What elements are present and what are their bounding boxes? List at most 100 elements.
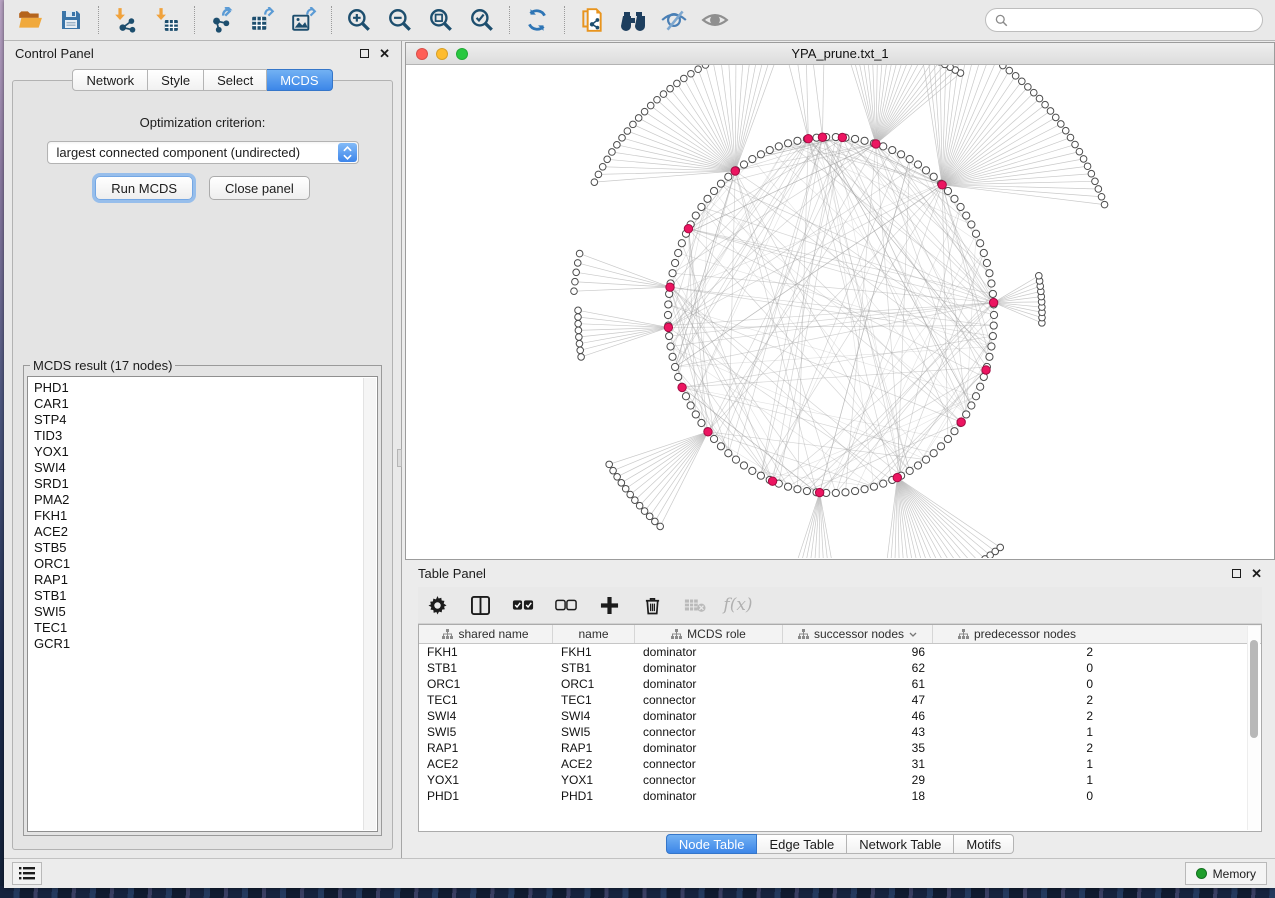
close-table-panel-icon[interactable]: ✕	[1251, 569, 1262, 578]
leaf-node[interactable]	[1058, 121, 1065, 128]
mcds-result-item[interactable]: FKH1	[34, 508, 377, 524]
leaf-node[interactable]	[674, 80, 681, 87]
table-row[interactable]: TEC1TEC1connector472	[419, 692, 1261, 708]
leaf-node[interactable]	[942, 65, 949, 68]
export-image-icon[interactable]	[290, 6, 318, 34]
leaf-node[interactable]	[1036, 95, 1043, 102]
leaf-node[interactable]	[641, 508, 648, 515]
close-panel-button[interactable]: Close panel	[209, 176, 310, 200]
zoom-out-icon[interactable]	[386, 6, 414, 34]
table-row[interactable]: FKH1FKH1dominator962	[419, 644, 1261, 660]
leaf-node[interactable]	[578, 354, 585, 361]
table-row[interactable]: ORC1ORC1dominator610	[419, 676, 1261, 692]
gear-icon[interactable]	[426, 594, 448, 616]
network-node[interactable]	[794, 137, 801, 144]
leaf-node[interactable]	[618, 480, 625, 487]
leaf-node[interactable]	[688, 70, 695, 77]
network-node[interactable]	[980, 249, 987, 256]
network-node[interactable]	[963, 411, 970, 418]
network-node[interactable]	[717, 180, 724, 187]
network-node[interactable]	[989, 332, 996, 339]
columns-icon[interactable]	[469, 594, 491, 616]
network-node[interactable]	[983, 259, 990, 266]
network-node[interactable]	[732, 456, 739, 463]
mcds-hub-node[interactable]	[678, 383, 686, 391]
network-node[interactable]	[784, 483, 791, 490]
leaf-node[interactable]	[571, 288, 578, 295]
mcds-hub-node[interactable]	[957, 418, 965, 426]
leaf-node[interactable]	[660, 91, 667, 98]
leaf-node[interactable]	[1101, 201, 1108, 208]
network-node[interactable]	[972, 230, 979, 237]
network-node[interactable]	[672, 363, 679, 370]
column-header-predecessor-nodes[interactable]: predecessor nodes	[933, 625, 1101, 643]
leaf-node[interactable]	[1095, 186, 1102, 193]
leaf-node[interactable]	[576, 250, 583, 257]
select-all-icon[interactable]	[512, 594, 534, 616]
leaf-node[interactable]	[646, 513, 653, 520]
network-node[interactable]	[664, 311, 671, 318]
mcds-result-item[interactable]: SRD1	[34, 476, 377, 492]
network-node[interactable]	[725, 450, 732, 457]
mcds-result-item[interactable]: YOX1	[34, 444, 377, 460]
network-node[interactable]	[704, 195, 711, 202]
leaf-node[interactable]	[576, 334, 583, 341]
leaf-node[interactable]	[591, 179, 598, 186]
network-node[interactable]	[968, 221, 975, 228]
leaf-node[interactable]	[695, 66, 702, 73]
network-node[interactable]	[870, 483, 877, 490]
mcds-hub-node[interactable]	[815, 488, 823, 496]
leaf-node[interactable]	[702, 65, 709, 68]
leaf-node[interactable]	[1080, 156, 1087, 163]
leaf-node[interactable]	[610, 467, 617, 474]
network-node[interactable]	[757, 151, 764, 158]
network-node[interactable]	[775, 143, 782, 150]
network-node[interactable]	[803, 487, 810, 494]
refresh-icon[interactable]	[523, 6, 551, 34]
network-node[interactable]	[832, 489, 839, 496]
mcds-result-item[interactable]: CAR1	[34, 396, 377, 412]
network-node[interactable]	[972, 393, 979, 400]
leaf-node[interactable]	[614, 142, 621, 149]
mcds-hub-node[interactable]	[704, 428, 712, 436]
binoculars-icon[interactable]	[619, 6, 647, 34]
leaf-node[interactable]	[1076, 148, 1083, 155]
leaf-node[interactable]	[609, 149, 616, 156]
mcds-hub-node[interactable]	[872, 140, 880, 148]
network-node[interactable]	[906, 156, 913, 163]
run-mcds-button[interactable]: Run MCDS	[95, 176, 193, 200]
search-input[interactable]	[1014, 13, 1253, 27]
leaf-node[interactable]	[1030, 89, 1037, 96]
leaf-node[interactable]	[1025, 84, 1032, 91]
column-header-MCDS-role[interactable]: MCDS role	[635, 625, 783, 643]
table-row[interactable]: SWI5SWI5connector431	[419, 724, 1261, 740]
leaf-node[interactable]	[627, 491, 634, 498]
leaf-node[interactable]	[1035, 272, 1042, 279]
leaf-node[interactable]	[572, 278, 579, 285]
network-node[interactable]	[675, 249, 682, 256]
tab-node-table[interactable]: Node Table	[666, 834, 758, 854]
tab-network-table[interactable]: Network Table	[847, 834, 954, 854]
network-window-titlebar[interactable]: YPA_prune.txt_1	[406, 43, 1274, 65]
network-node[interactable]	[710, 435, 717, 442]
network-node[interactable]	[944, 187, 951, 194]
mcds-hub-node[interactable]	[731, 167, 739, 175]
column-header-successor-nodes[interactable]: successor nodes	[783, 625, 933, 643]
network-node[interactable]	[914, 161, 921, 168]
mcds-hub-node[interactable]	[664, 323, 672, 331]
column-header-shared-name[interactable]: shared name	[419, 625, 553, 643]
network-node[interactable]	[951, 428, 958, 435]
leaf-node[interactable]	[1019, 78, 1026, 85]
network-node[interactable]	[957, 203, 964, 210]
mcds-hub-node[interactable]	[989, 298, 997, 306]
leaf-node[interactable]	[619, 135, 626, 142]
leaf-node[interactable]	[574, 260, 581, 267]
leaf-node[interactable]	[573, 269, 580, 276]
leaf-node[interactable]	[641, 108, 648, 115]
network-node[interactable]	[986, 270, 993, 277]
leaf-node[interactable]	[654, 96, 661, 103]
mcds-result-item[interactable]: PHD1	[34, 380, 377, 396]
table-scrollbar-thumb[interactable]	[1250, 640, 1258, 738]
float-panel-icon[interactable]	[360, 49, 369, 58]
network-node[interactable]	[989, 290, 996, 297]
